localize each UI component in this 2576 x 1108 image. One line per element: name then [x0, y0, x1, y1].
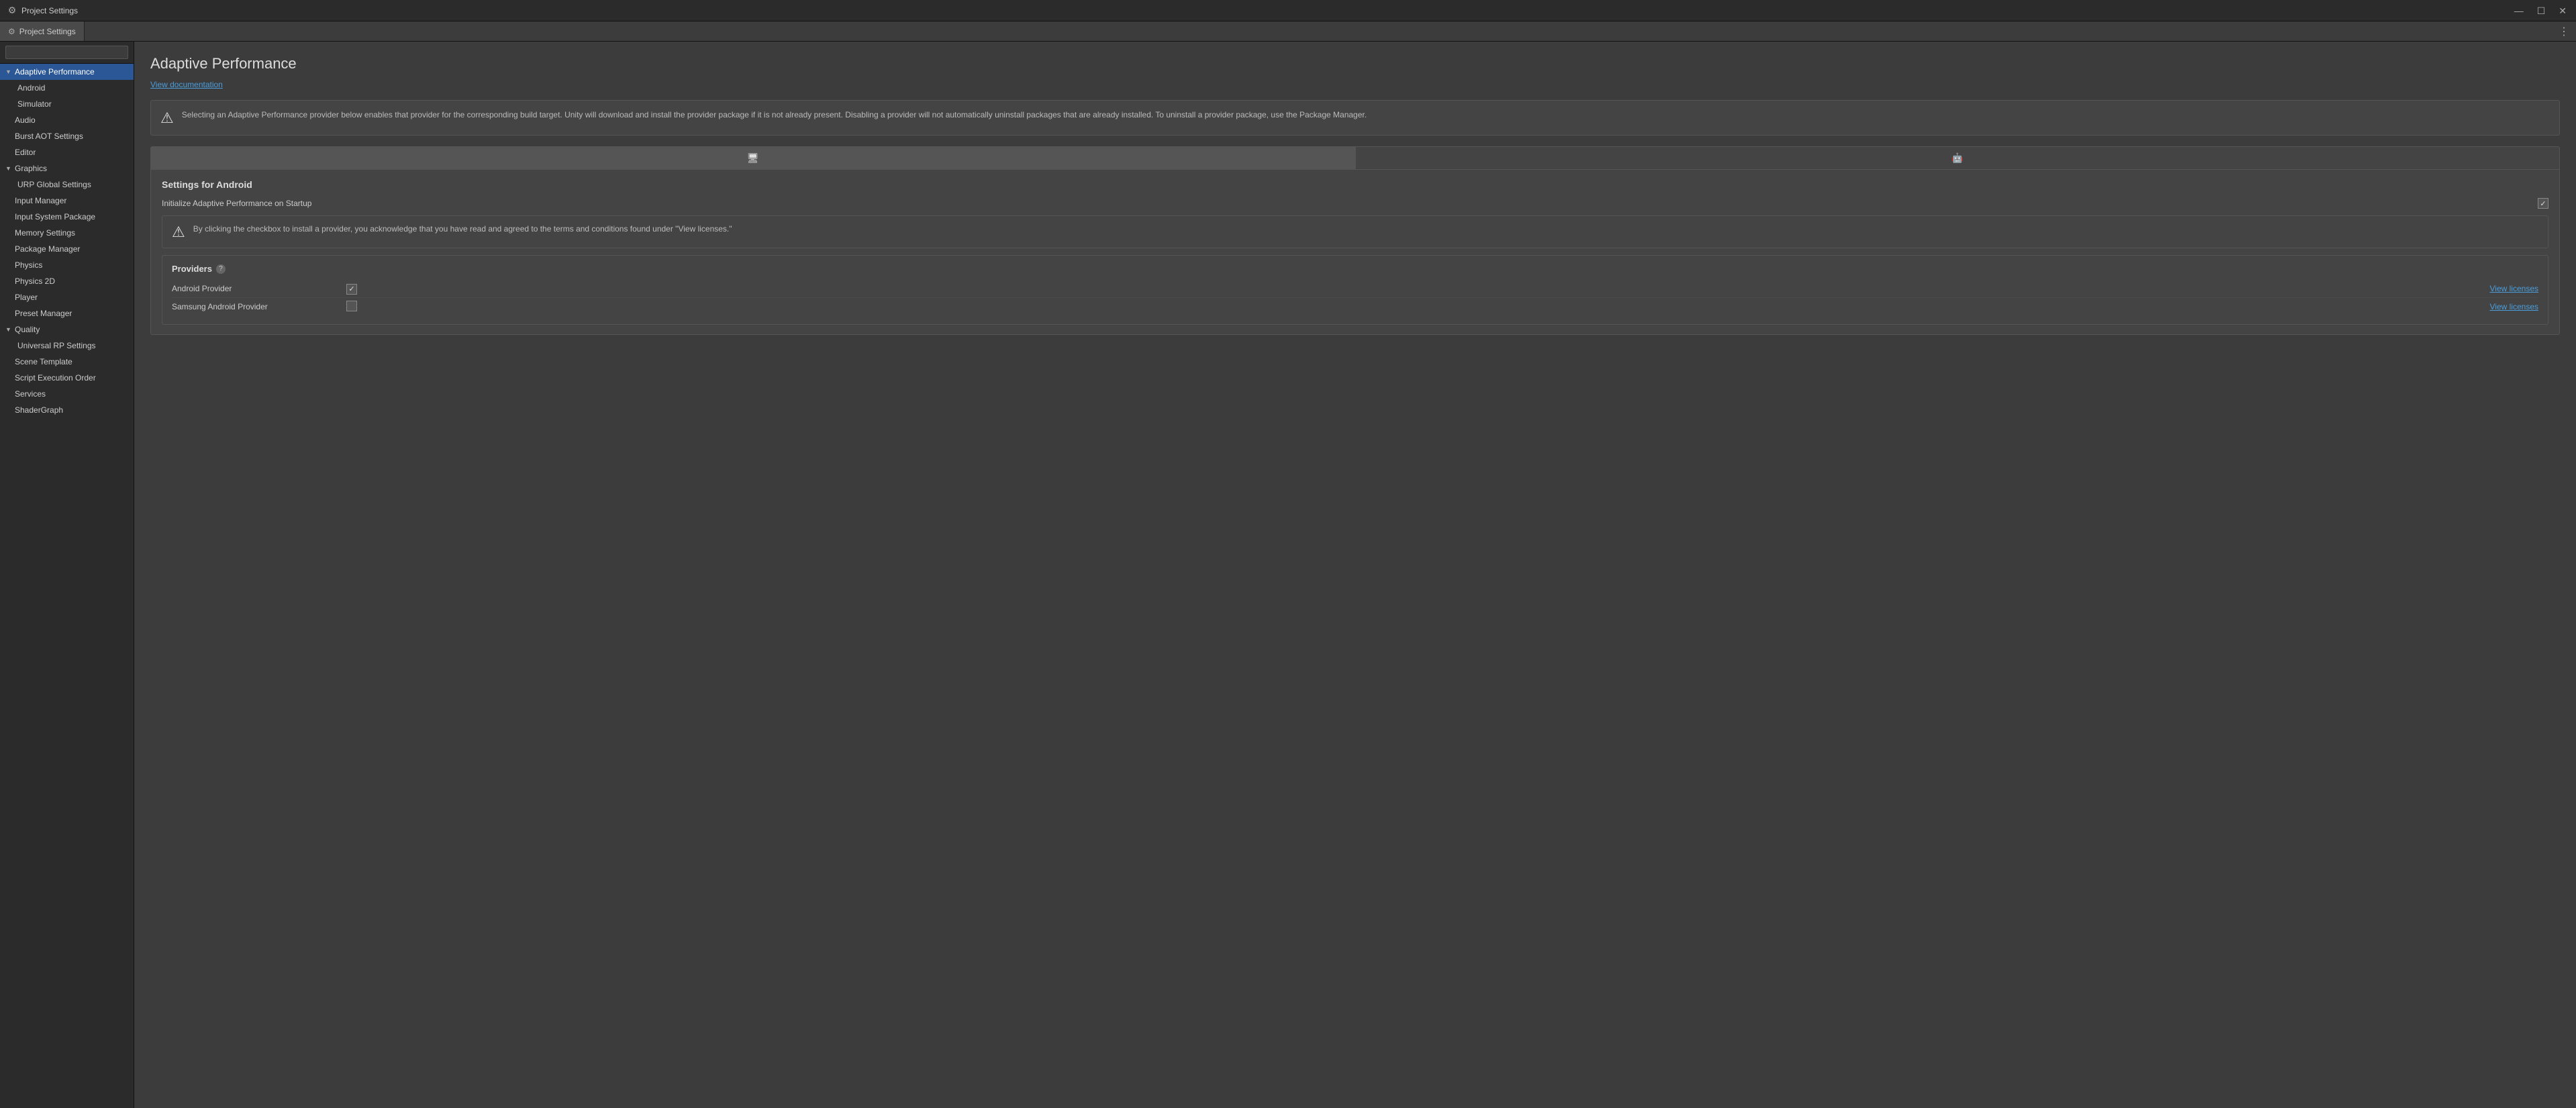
- samsung-view-licenses-link[interactable]: View licenses: [2490, 302, 2538, 311]
- sidebar-item-label: Memory Settings: [15, 228, 75, 238]
- sidebar-item-adaptive-performance[interactable]: Adaptive Performance: [0, 64, 134, 80]
- providers-title: Providers: [172, 264, 212, 274]
- warning-text: By clicking the checkbox to install a pr…: [193, 223, 732, 235]
- tab-bar: ⚙ Project Settings ⋮: [0, 21, 2576, 42]
- sidebar-item-editor[interactable]: Editor: [0, 144, 134, 160]
- close-button[interactable]: ✕: [2556, 5, 2569, 17]
- sidebar-item-urp-global[interactable]: URP Global Settings: [0, 177, 134, 193]
- sidebar-item-label: Graphics: [15, 164, 47, 173]
- tab-project-settings[interactable]: ⚙ Project Settings: [0, 21, 85, 41]
- sidebar-item-services[interactable]: Services: [0, 386, 134, 402]
- sidebar-item-physics-2d[interactable]: Physics 2D: [0, 273, 134, 289]
- sidebar-item-label: Package Manager: [15, 244, 80, 254]
- sidebar-item-label: Physics 2D: [15, 276, 55, 286]
- search-input[interactable]: [5, 46, 128, 59]
- initialize-checkbox[interactable]: [2538, 198, 2548, 209]
- provider-row-samsung: Samsung Android Provider View licenses: [172, 298, 2538, 316]
- sidebar-item-player[interactable]: Player: [0, 289, 134, 305]
- sidebar-item-label: Burst AOT Settings: [15, 132, 83, 141]
- main-layout: Adaptive Performance Android Simulator Audi…: [0, 42, 2576, 1108]
- search-bar: [0, 42, 134, 64]
- title-bar: ⚙ Project Settings — ☐ ✕: [0, 0, 2576, 21]
- sidebar-item-label: Simulator: [17, 99, 52, 109]
- android-view-licenses-link[interactable]: View licenses: [2490, 284, 2538, 293]
- sidebar-item-label: Editor: [15, 148, 36, 157]
- app-icon: ⚙: [7, 5, 17, 16]
- info-box: ⚠ Selecting an Adaptive Performance prov…: [150, 100, 2560, 136]
- sidebar-item-label: Input System Package: [15, 212, 95, 221]
- samsung-provider-checkbox[interactable]: [346, 301, 357, 311]
- tab-label: Project Settings: [19, 27, 76, 36]
- sidebar-item-burst-aot[interactable]: Burst AOT Settings: [0, 128, 134, 144]
- sidebar-item-android[interactable]: Android: [0, 80, 134, 96]
- sidebar-item-label: Preset Manager: [15, 309, 72, 318]
- sidebar-item-label: Services: [15, 389, 46, 399]
- sidebar-item-label: Audio: [15, 115, 36, 125]
- sidebar-item-label: Scene Template: [15, 357, 72, 366]
- arrow-icon: [5, 165, 12, 172]
- sidebar-item-preset-manager[interactable]: Preset Manager: [0, 305, 134, 321]
- sidebar-item-input-manager[interactable]: Input Manager: [0, 193, 134, 209]
- arrow-icon: [5, 326, 12, 333]
- sidebar-item-scene-template[interactable]: Scene Template: [0, 354, 134, 370]
- tab-more-options[interactable]: ⋮: [2552, 21, 2576, 41]
- sidebar-items-container: Adaptive Performance Android Simulator Audi…: [0, 64, 134, 418]
- sidebar-item-simulator[interactable]: Simulator: [0, 96, 134, 112]
- sidebar-item-shader-graph[interactable]: ShaderGraph: [0, 402, 134, 418]
- desktop-icon: 🖥: [747, 152, 759, 164]
- samsung-provider-check: [346, 301, 366, 313]
- sidebar-item-label: URP Global Settings: [17, 180, 91, 189]
- provider-row-android: Android Provider View licenses: [172, 281, 2538, 298]
- android-provider-name: Android Provider: [172, 284, 340, 293]
- samsung-provider-name: Samsung Android Provider: [172, 302, 340, 311]
- providers-header: Providers ?: [172, 264, 2538, 274]
- minimize-button[interactable]: —: [2512, 5, 2526, 17]
- help-icon[interactable]: ?: [216, 264, 226, 274]
- sidebar-item-label: Player: [15, 293, 38, 302]
- sidebar-item-label: Input Manager: [15, 196, 66, 205]
- initialize-label: Initialize Adaptive Performance on Start…: [162, 199, 2531, 208]
- sidebar-item-input-system[interactable]: Input System Package: [0, 209, 134, 225]
- sidebar-item-label: Android: [17, 83, 45, 93]
- sidebar-item-universal-rp[interactable]: Universal RP Settings: [0, 338, 134, 354]
- window-title: Project Settings: [21, 6, 78, 15]
- sidebar-item-quality[interactable]: Quality: [0, 321, 134, 338]
- info-icon: ⚠: [160, 109, 174, 127]
- platform-tab-strip: 🖥 🤖: [150, 146, 2560, 170]
- sidebar-item-label: Adaptive Performance: [15, 67, 95, 77]
- tab-android[interactable]: 🤖: [1356, 147, 2560, 169]
- page-title: Adaptive Performance: [150, 55, 2560, 72]
- android-provider-checkbox[interactable]: [346, 284, 357, 295]
- android-provider-check: [346, 283, 366, 295]
- warning-box: ⚠ By clicking the checkbox to install a …: [162, 215, 2548, 248]
- sidebar-item-label: Physics: [15, 260, 42, 270]
- providers-section: Providers ? Android Provider View licens…: [162, 255, 2548, 325]
- gear-icon: ⚙: [8, 27, 15, 36]
- sidebar: Adaptive Performance Android Simulator Audi…: [0, 42, 134, 1108]
- window-controls: — ☐ ✕: [2512, 5, 2569, 17]
- sidebar-item-label: Universal RP Settings: [17, 341, 96, 350]
- content-area: Adaptive Performance View documentation …: [134, 42, 2576, 1108]
- view-docs-link[interactable]: View documentation: [150, 80, 223, 89]
- android-icon: 🤖: [1952, 152, 1963, 164]
- sidebar-item-graphics[interactable]: Graphics: [0, 160, 134, 177]
- sidebar-item-label: ShaderGraph: [15, 405, 63, 415]
- sidebar-item-label: Script Execution Order: [15, 373, 96, 383]
- sidebar-item-label: Quality: [15, 325, 40, 334]
- settings-for-title: Settings for Android: [162, 179, 2548, 190]
- settings-panel: Settings for Android Initialize Adaptive…: [150, 170, 2560, 335]
- sidebar-item-script-execution[interactable]: Script Execution Order: [0, 370, 134, 386]
- sidebar-item-audio[interactable]: Audio: [0, 112, 134, 128]
- sidebar-item-memory-settings[interactable]: Memory Settings: [0, 225, 134, 241]
- tab-desktop[interactable]: 🖥: [151, 147, 1356, 169]
- sidebar-item-physics[interactable]: Physics: [0, 257, 134, 273]
- arrow-icon: [5, 68, 12, 75]
- search-wrap: [5, 46, 128, 59]
- warning-icon: ⚠: [172, 223, 185, 241]
- sidebar-item-package-manager[interactable]: Package Manager: [0, 241, 134, 257]
- initialize-row: Initialize Adaptive Performance on Start…: [162, 198, 2548, 209]
- info-text: Selecting an Adaptive Performance provid…: [182, 109, 1367, 121]
- maximize-button[interactable]: ☐: [2534, 5, 2548, 17]
